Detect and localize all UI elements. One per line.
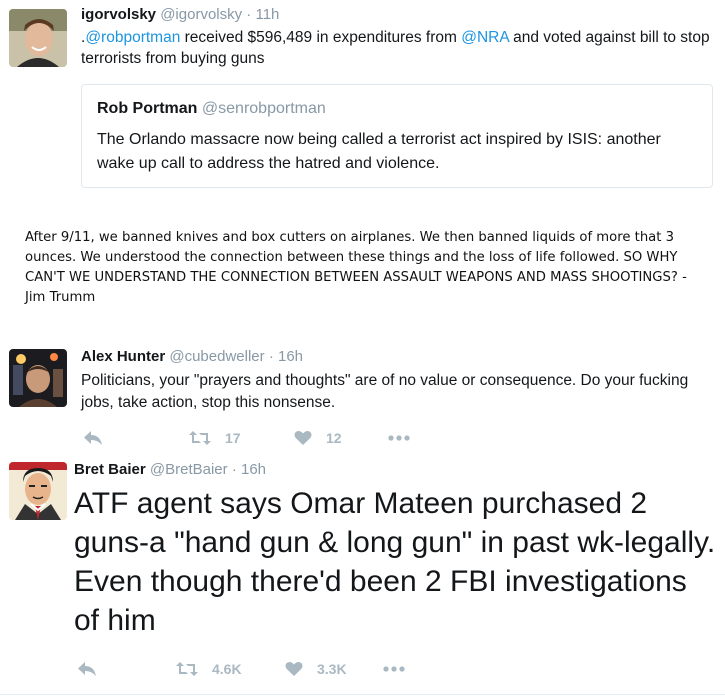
tweet1-header: igorvolsky @igorvolsky · 11h — [81, 6, 279, 23]
tweet3-text: ATF agent says Omar Mateen purchased 2 g… — [74, 487, 716, 637]
quoted-tweet-text: The Orlando massacre now being called a … — [97, 131, 661, 172]
more-icon — [383, 666, 405, 672]
quoted-author-name: Rob Portman — [97, 100, 198, 117]
tweet3-header: Bret Baier @BretBaier · 16h — [74, 461, 266, 478]
avatar-igorvolsky[interactable] — [9, 9, 67, 67]
retweet-count: 4.6K — [212, 661, 242, 677]
avatar-photo — [9, 462, 67, 520]
tweet2-author-handle[interactable]: @cubedweller — [169, 348, 264, 365]
divider — [0, 694, 725, 695]
tweet3-actions: 4.6K 3.3K — [77, 661, 405, 677]
tweet1-text: .@robportman received $596,489 in expend… — [81, 27, 717, 69]
tweet2-text: Politicians, your "prayers and thoughts"… — [81, 372, 689, 411]
avatar-photo — [9, 9, 67, 67]
tweet3-author-handle[interactable]: @BretBaier — [150, 461, 228, 478]
more-button[interactable] — [383, 666, 405, 672]
tweet2-header: Alex Hunter @cubedweller · 16h — [81, 348, 303, 365]
tweet3-author-name[interactable]: Bret Baier — [74, 461, 146, 478]
comment-text: After 9/11, we banned knives and box cut… — [25, 230, 687, 305]
like-count: 3.3K — [317, 661, 347, 677]
like-icon — [294, 430, 312, 445]
reply-icon — [84, 431, 102, 445]
retweet-icon — [176, 662, 198, 676]
tweet2-timestamp[interactable]: 16h — [278, 348, 303, 365]
retweet-icon — [189, 431, 211, 445]
like-icon — [285, 661, 303, 676]
more-button[interactable] — [388, 435, 410, 441]
avatar-alex-hunter[interactable] — [9, 349, 67, 407]
like-button[interactable]: 12 — [294, 430, 388, 446]
mention-robportman[interactable]: @robportman — [85, 29, 180, 46]
tweet3-timestamp[interactable]: 16h — [241, 461, 266, 478]
reply-button[interactable] — [77, 661, 176, 677]
tweet2-author-name[interactable]: Alex Hunter — [81, 348, 165, 365]
quoted-tweet[interactable]: Rob Portman @senrobportman The Orlando m… — [81, 84, 713, 188]
avatar-photo — [9, 349, 67, 407]
quoted-author-handle: @senrobportman — [201, 100, 326, 117]
more-icon — [388, 435, 410, 441]
tweet2-separator: · — [268, 348, 274, 365]
reply-button[interactable] — [83, 430, 189, 446]
retweet-count: 17 — [225, 430, 241, 446]
reply-icon — [78, 662, 96, 676]
retweet-button[interactable]: 4.6K — [176, 661, 285, 677]
tweet1-author-name[interactable]: igorvolsky — [81, 6, 156, 23]
tweet1-timestamp[interactable]: 11h — [255, 6, 279, 23]
tweet1-text-part: received $596,489 in expenditures from — [180, 29, 462, 46]
like-count: 12 — [326, 430, 342, 446]
avatar-bret-baier[interactable] — [9, 462, 67, 520]
like-button[interactable]: 3.3K — [285, 661, 383, 677]
mention-nra[interactable]: @NRA — [461, 29, 509, 46]
tweet1-author-handle[interactable]: @igorvolsky — [160, 6, 242, 23]
tweet2-actions: 17 12 — [83, 430, 410, 446]
tweet3-separator: · — [231, 461, 237, 478]
quoted-tweet-header: Rob Portman @senrobportman — [97, 100, 326, 118]
retweet-button[interactable]: 17 — [189, 430, 294, 446]
tweet1-separator: · — [246, 6, 252, 23]
